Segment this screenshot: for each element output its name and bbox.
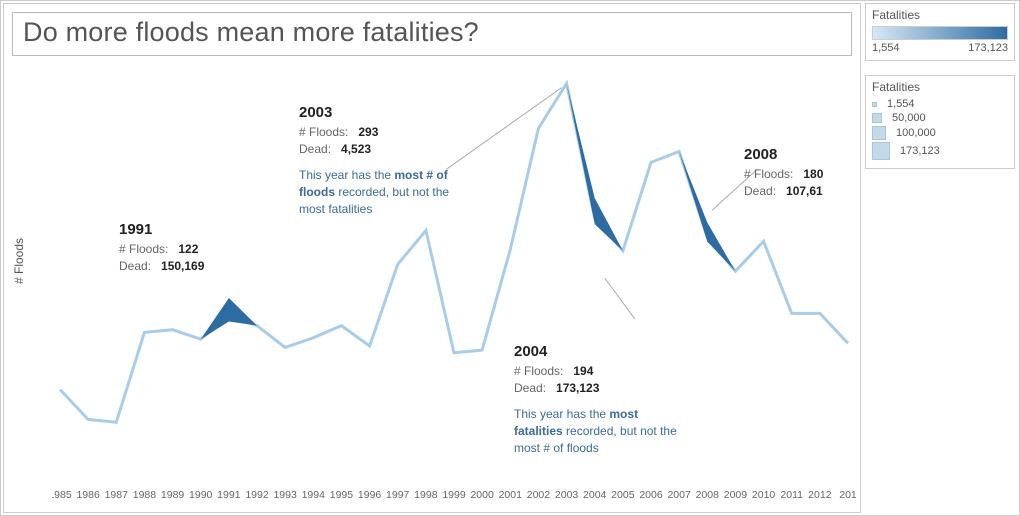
svg-text:1996: 1996 [358,489,382,501]
legend-size-item: 1,554 [872,98,1008,110]
chart-panel: Do more floods mean more fatalities? # F… [3,3,861,513]
svg-text:2001: 2001 [499,489,523,501]
annot-year: 2008 [744,144,823,166]
svg-text:2002: 2002 [527,489,551,501]
svg-text:1985: 1985 [52,489,72,501]
legend-color: Fatalities 1,554173,123 [865,3,1015,61]
legend-size-item: 50,000 [872,112,1008,124]
annot-year: 1991 [119,219,204,241]
svg-text:201: 201 [839,489,856,501]
chart-title-box: Do more floods mean more fatalities? [12,12,852,56]
svg-text:2009: 2009 [724,489,748,501]
y-axis-label: # Floods [12,238,26,284]
svg-text:2007: 2007 [667,489,691,501]
svg-text:1990: 1990 [189,489,213,501]
svg-text:1989: 1989 [161,489,185,501]
legend-color-title: Fatalities [872,8,1008,22]
svg-text:1987: 1987 [105,489,129,501]
annot-year: 2003 [299,102,474,124]
dashboard: Do more floods mean more fatalities? # F… [0,0,1020,516]
svg-text:1997: 1997 [386,489,410,501]
legend-size-item: 173,123 [872,142,1008,160]
annotation-2004: 2004 # Floods:194 Dead:173,123 This year… [514,341,689,458]
annot-note: This year has the most fatalities record… [514,406,689,458]
svg-text:1998: 1998 [414,489,438,501]
annotation-2003: 2003 # Floods:293 Dead:4,523 This year h… [299,102,474,219]
svg-text:1994: 1994 [302,489,326,501]
svg-text:2012: 2012 [808,489,832,501]
legend-size-item: 100,000 [872,126,1008,140]
svg-text:1995: 1995 [330,489,354,501]
legend-gradient [872,26,1008,40]
legend-size-title: Fatalities [872,80,1008,94]
annotation-2008: 2008 # Floods:180 Dead:107,61 [744,144,823,201]
chart-title: Do more floods mean more fatalities? [23,17,479,47]
svg-text:2003: 2003 [555,489,579,501]
svg-text:1991: 1991 [217,489,241,501]
svg-text:2005: 2005 [611,489,635,501]
svg-text:2006: 2006 [639,489,663,501]
svg-text:2010: 2010 [752,489,776,501]
svg-text:1992: 1992 [245,489,269,501]
annot-note: This year has the most # of floods recor… [299,167,474,219]
svg-text:1999: 1999 [442,489,466,501]
svg-text:1986: 1986 [76,489,100,501]
svg-text:2000: 2000 [470,489,494,501]
annot-year: 2004 [514,341,689,363]
svg-text:2004: 2004 [583,489,607,501]
svg-text:2008: 2008 [696,489,720,501]
legend-size: Fatalities 1,554 50,000 100,000 173,123 [865,75,1015,169]
svg-text:1993: 1993 [273,489,297,501]
svg-text:2011: 2011 [780,489,803,501]
svg-text:1988: 1988 [133,489,157,501]
annotation-1991: 1991 # Floods:122 Dead:150,169 [119,219,204,276]
